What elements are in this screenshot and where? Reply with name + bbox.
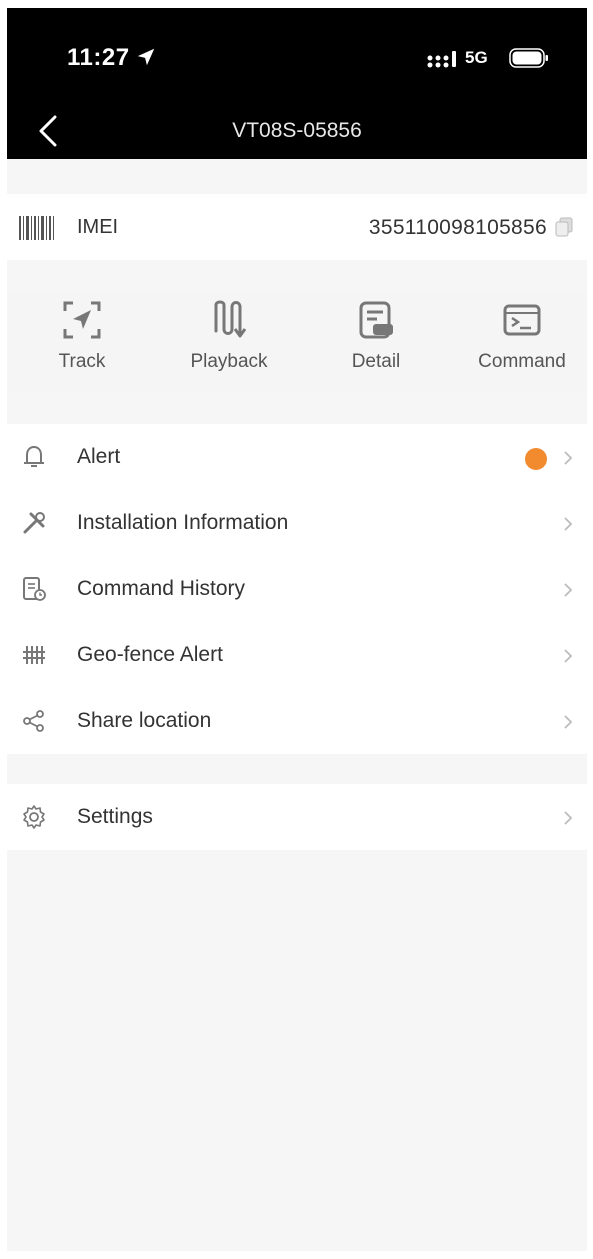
- chevron-right-icon: [564, 649, 573, 663]
- menu-item-alert[interactable]: Alert: [7, 424, 587, 490]
- nav-bar: VT08S-05856: [7, 103, 587, 159]
- command-label: Command: [478, 351, 566, 372]
- menu-item-label: Command History: [77, 577, 246, 600]
- chevron-right-icon: [564, 451, 573, 465]
- playback-icon: [214, 300, 247, 338]
- track-icon: [63, 301, 101, 339]
- battery-icon: [509, 48, 548, 68]
- command-button[interactable]: Command: [457, 293, 587, 393]
- gear-icon: [23, 805, 45, 829]
- track-button[interactable]: Track: [17, 293, 147, 393]
- history-doc-icon: [23, 577, 46, 601]
- menu-list: Alert Installation Information Command H…: [7, 424, 587, 754]
- detail-button[interactable]: Detail: [311, 293, 441, 393]
- chevron-right-icon: [564, 517, 573, 531]
- signal-icon: [427, 51, 456, 68]
- playback-button[interactable]: Playback: [164, 293, 294, 393]
- imei-row: IMEI 355110098105856: [7, 194, 587, 260]
- imei-value: 355110098105856: [368, 216, 547, 239]
- phone-screen: 11:27 5G VT08S-05856 IMEI 35511009810585…: [7, 8, 587, 1251]
- status-bar: 11:27 5G: [7, 8, 587, 103]
- command-terminal-icon: [503, 304, 541, 336]
- copy-icon[interactable]: [555, 217, 573, 237]
- chevron-right-icon: [564, 811, 573, 825]
- menu-item-label: Installation Information: [77, 511, 289, 534]
- menu-item-installation-information[interactable]: Installation Information: [7, 490, 587, 556]
- menu-item-geo-fence-alert[interactable]: Geo-fence Alert: [7, 622, 587, 688]
- fence-icon: [23, 646, 45, 664]
- barcode-icon: [19, 216, 54, 240]
- share-icon: [23, 710, 44, 732]
- menu-item-label: Alert: [77, 445, 121, 468]
- alert-badge: [525, 448, 547, 470]
- screenshot-frame: 11:27 5G VT08S-05856 IMEI 35511009810585…: [0, 0, 593, 1259]
- bell-icon: [24, 445, 44, 467]
- track-label: Track: [58, 351, 106, 372]
- menu-item-share-location[interactable]: Share location: [7, 688, 587, 754]
- menu-item-label: Share location: [77, 709, 212, 732]
- location-arrow-icon: [137, 48, 155, 66]
- tools-icon: [23, 512, 45, 534]
- network-label: 5G: [465, 48, 488, 67]
- page-title: VT08S-05856: [232, 119, 362, 142]
- detail-label: Detail: [351, 351, 401, 372]
- settings-label: Settings: [77, 805, 153, 828]
- playback-label: Playback: [190, 351, 268, 372]
- menu-item-settings[interactable]: Settings: [7, 784, 587, 850]
- menu-item-command-history[interactable]: Command History: [7, 556, 587, 622]
- chevron-right-icon: [564, 715, 573, 729]
- detail-icon: [359, 301, 393, 339]
- quick-actions: Track Playback Detail Command: [7, 293, 587, 393]
- status-time: 11:27: [67, 44, 130, 71]
- chevron-right-icon: [564, 583, 573, 597]
- menu-item-label: Geo-fence Alert: [77, 643, 223, 666]
- imei-label: IMEI: [77, 216, 119, 238]
